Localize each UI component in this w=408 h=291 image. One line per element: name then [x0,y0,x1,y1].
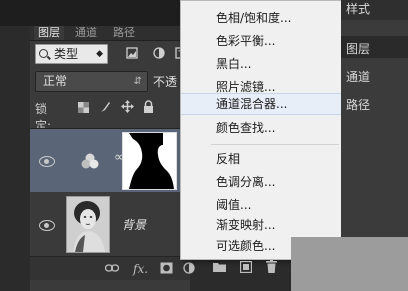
layer-filter-select[interactable]: 类型 ◆ [35,44,108,64]
lock-transparent-icon[interactable] [78,102,89,113]
channel-mixer-icon [81,153,99,169]
right-item-paths[interactable]: 路径 [346,96,370,113]
background-thumbnail[interactable] [66,196,110,253]
blend-mode-value: 正常 [43,74,68,88]
menu-separator [211,144,339,145]
portrait-image [67,197,109,252]
layer-mask-thumbnail[interactable] [122,132,177,190]
link-icon[interactable] [105,263,119,273]
tab-layers[interactable]: 图层 [34,26,64,40]
lock-move-icon[interactable] [121,100,134,113]
chevron-icon: ⇵ [133,76,142,87]
grey-block [291,237,348,291]
menu-item-color-lookup[interactable]: 颜色查找... [181,117,342,139]
opacity-label: 不透 [153,75,178,89]
fx-icon[interactable]: fx. [133,262,148,276]
blend-mode-select[interactable]: 正常 ⇵ [35,71,148,92]
visibility-eye-icon[interactable] [39,220,55,231]
adjustment-menu: 色相/饱和度... 色彩平衡... 黑白... 照片滤镜... 通道混合器...… [180,0,343,260]
adjustment-filter-icon[interactable] [153,47,165,59]
lock-brush-icon[interactable] [99,101,111,113]
layer-row-background[interactable]: 背景 [30,192,190,257]
layers-bottom-toolbar: fx. [30,256,195,280]
mask-silhouette [123,133,176,189]
adjustment-icon[interactable] [183,262,195,274]
menu-item-gradient-map[interactable]: 渐变映射... [181,214,342,236]
menu-item-invert[interactable]: 反相 [181,148,342,170]
tab-paths[interactable]: 路径 [113,26,135,40]
search-icon [39,49,48,58]
menu-item-black-white[interactable]: 黑白... [181,53,342,75]
tab-channels[interactable]: 通道 [75,26,97,40]
pixel-filter-icon[interactable] [126,47,138,59]
new-layer-icon[interactable] [240,261,252,273]
chevron-down-icon: ◆ [96,49,103,59]
menu-item-posterize[interactable]: 色调分离... [181,171,342,193]
mask-icon[interactable] [160,262,173,274]
lock-all-icon[interactable] [143,100,154,113]
menu-item-color-balance[interactable]: 色彩平衡... [181,30,342,52]
visibility-eye-icon[interactable] [39,156,55,167]
layer-row-adjustment[interactable]: ∞ [30,128,190,193]
menu-item-hue-saturation[interactable]: 色相/饱和度... [181,7,342,29]
right-item-channels[interactable]: 通道 [346,68,370,85]
right-item-layers[interactable]: 图层 [346,40,370,57]
filter-label: 类型 [54,47,79,61]
styles-tab[interactable]: 样式 [346,0,370,17]
menu-item-channel-mixer[interactable]: 通道混合器... [181,93,342,115]
layer-name[interactable]: 背景 [122,216,146,233]
group-icon[interactable] [213,261,226,272]
menu-item-threshold[interactable]: 阈值... [181,194,342,216]
grey-block-right [341,237,408,291]
trash-icon[interactable] [266,260,277,273]
layers-panel-tabs: 图层 通道 路径 [30,26,190,41]
